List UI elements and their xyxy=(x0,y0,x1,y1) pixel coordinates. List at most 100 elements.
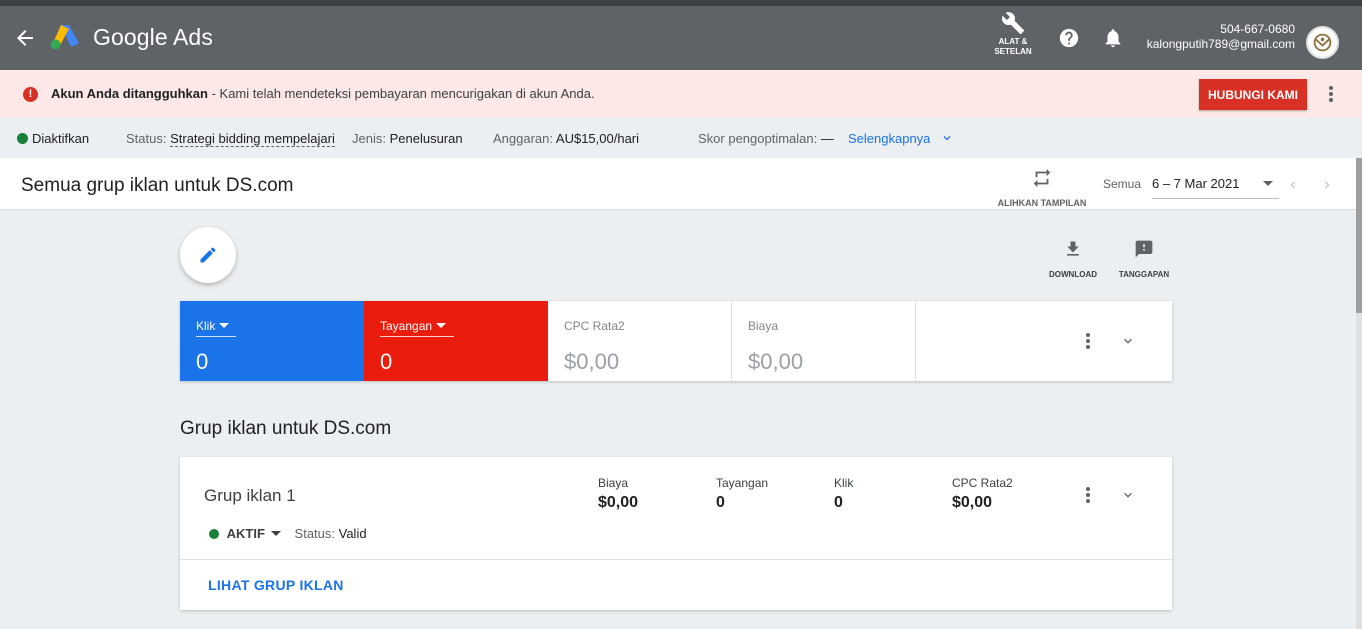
download-button[interactable]: DOWNLOAD xyxy=(1043,239,1103,279)
dropdown-caret-icon xyxy=(436,323,447,328)
section-title: Grup iklan untuk DS.com xyxy=(180,418,392,439)
ad-group-status: AKTIF Status: Valid xyxy=(209,526,367,541)
bidding-status-value[interactable]: Strategi bidding mempelajari xyxy=(170,131,335,147)
divider xyxy=(180,559,1172,560)
status-value: AKTIF xyxy=(226,526,265,541)
avatar[interactable] xyxy=(1306,26,1339,59)
metric-card-impressions[interactable]: Tayangan 0 xyxy=(364,301,548,381)
status-dot-icon xyxy=(209,529,219,539)
alert-more-options-icon[interactable] xyxy=(1321,84,1341,104)
account-email: kalongputih789@gmail.com xyxy=(1146,37,1295,51)
ad-group-more-options-icon[interactable] xyxy=(1078,485,1098,505)
stat-label: Biaya xyxy=(598,476,629,490)
campaign-state[interactable]: Diaktifkan xyxy=(17,131,89,146)
google-ads-logo-icon xyxy=(50,25,79,50)
alert-message: Akun Anda ditangguhkan - Kami telah mend… xyxy=(51,86,595,101)
stat-label: CPC Rata2 xyxy=(952,476,1013,490)
metric-label[interactable]: Tayangan xyxy=(380,319,454,337)
optimization-score-value: — xyxy=(820,131,834,146)
metric-label: Biaya xyxy=(748,319,779,333)
pencil-icon xyxy=(200,247,216,263)
brand-name: Google Ads xyxy=(93,24,213,50)
top-bar: Google Ads ALAT & SETELAN 504-667-0680 k… xyxy=(0,0,1362,70)
tools-settings-button[interactable]: ALAT & SETELAN xyxy=(992,11,1034,57)
metric-label-text: Klik xyxy=(196,319,216,333)
metric-card-clicks[interactable]: Klik 0 xyxy=(180,301,364,381)
contact-us-button[interactable]: HUBUNGI KAMI xyxy=(1199,79,1307,110)
error-icon: ! xyxy=(23,87,38,102)
tools-label-2: SETELAN xyxy=(994,47,1032,56)
campaign-type: Jenis: Penelusuran xyxy=(352,131,463,146)
more-details-label: Selengkapnya xyxy=(848,131,931,146)
stat-value: 0 xyxy=(834,494,843,511)
wrench-icon xyxy=(1001,12,1024,34)
validity-label: Status: xyxy=(294,526,335,541)
stat-value: $0,00 xyxy=(952,494,993,511)
back-arrow-icon[interactable] xyxy=(13,26,37,50)
validity-value: Valid xyxy=(338,526,367,541)
metric-value: $0,00 xyxy=(564,349,620,374)
optimization-score-label: Skor pengoptimalan: xyxy=(698,131,818,146)
chevron-down-icon xyxy=(943,136,951,141)
next-period-icon[interactable] xyxy=(1320,178,1334,197)
swap-icon xyxy=(1033,168,1051,188)
notifications-bell-icon[interactable] xyxy=(1102,27,1124,49)
feedback-label: TANGGAPAN xyxy=(1118,270,1170,279)
metrics-summary: Klik 0 Tayangan 0 CPC Rata2 $0,00 Biaya … xyxy=(180,301,1172,381)
feedback-icon xyxy=(1135,240,1153,258)
edit-button[interactable] xyxy=(180,227,236,283)
alert-title: Akun Anda ditangguhkan xyxy=(51,86,208,101)
page-scrollbar[interactable] xyxy=(1356,158,1362,629)
view-ad-group-link[interactable]: LIHAT GRUP IKLAN xyxy=(208,577,344,593)
account-phone: 504-667-0680 xyxy=(1220,22,1295,36)
bidding-status: Status: Strategi bidding mempelajari xyxy=(126,131,335,147)
metric-value: 0 xyxy=(380,349,393,374)
metric-label-text: Tayangan xyxy=(380,319,433,333)
download-label: DOWNLOAD xyxy=(1049,270,1097,279)
feedback-button[interactable]: TANGGAPAN xyxy=(1114,239,1174,279)
switch-view-label: ALIHKAN TAMPILAN xyxy=(997,198,1087,208)
campaign-info-bar: Diaktifkan Status: Strategi bidding memp… xyxy=(0,118,1362,158)
scrollbar-thumb[interactable] xyxy=(1356,158,1362,313)
metric-card-avg-cpc[interactable]: CPC Rata2 $0,00 xyxy=(548,301,732,381)
ad-group-stat-impressions: Tayangan 0 xyxy=(716,476,768,512)
help-icon[interactable] xyxy=(1058,27,1080,49)
chevron-down-icon[interactable] xyxy=(1120,333,1136,349)
stat-label: Tayangan xyxy=(716,476,769,490)
date-range-label: Semua xyxy=(1103,177,1142,191)
ad-group-name: Grup iklan 1 xyxy=(204,486,296,505)
metric-value: 0 xyxy=(196,349,209,374)
previous-period-icon[interactable] xyxy=(1286,178,1300,197)
stat-label: Klik xyxy=(834,476,854,490)
dropdown-caret-icon xyxy=(270,531,281,536)
dropdown-caret-icon xyxy=(219,323,230,328)
metric-card-cost[interactable]: Biaya $0,00 xyxy=(732,301,916,381)
status-dropdown[interactable]: AKTIF xyxy=(227,526,291,541)
chevron-down-icon[interactable] xyxy=(1120,487,1136,503)
alert-body: - Kami telah mendeteksi pembayaran mencu… xyxy=(207,86,595,101)
budget-label: Anggaran: xyxy=(493,131,553,146)
ad-group-stat-avg-cpc: CPC Rata2 $0,00 xyxy=(952,476,1013,512)
status-dot-icon xyxy=(17,133,28,144)
page-title: Semua grup iklan untuk DS.com xyxy=(21,175,294,196)
campaign-budget: Anggaran: AU$15,00/hari xyxy=(493,131,639,146)
tools-label-1: ALAT & xyxy=(998,37,1028,46)
optimization-score: Skor pengoptimalan: — xyxy=(698,131,834,146)
account-info[interactable]: 504-667-0680 kalongputih789@gmail.com xyxy=(1147,22,1295,52)
date-range-select[interactable]: 6 – 7 Mar 2021 xyxy=(1152,172,1279,199)
page-header: Semua grup iklan untuk DS.com ALIHKAN TA… xyxy=(0,158,1356,210)
switch-view-button[interactable]: ALIHKAN TAMPILAN xyxy=(994,167,1090,208)
metric-label: CPC Rata2 xyxy=(564,319,625,333)
more-details-link[interactable]: Selengkapnya xyxy=(848,131,954,146)
metric-value: $0,00 xyxy=(748,349,804,374)
metric-label[interactable]: Klik xyxy=(196,319,236,337)
ad-group-stat-cost: Biaya $0,00 xyxy=(598,476,638,512)
campaign-type-label: Jenis: xyxy=(352,131,386,146)
campaign-type-value: Penelusuran xyxy=(389,131,463,146)
date-range-value: 6 – 7 Mar 2021 xyxy=(1152,176,1240,191)
metrics-more-options-icon[interactable] xyxy=(1078,331,1098,351)
stat-value: 0 xyxy=(716,494,725,511)
budget-value: AU$15,00/hari xyxy=(555,131,640,146)
bidding-status-label: Status: xyxy=(126,131,167,146)
ad-group-card: Grup iklan 1 Biaya $0,00 Tayangan 0 Klik… xyxy=(180,457,1172,610)
